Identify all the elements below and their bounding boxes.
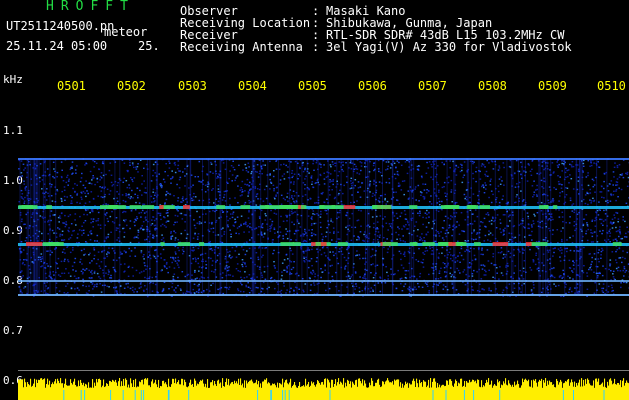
datetime-label: 25.11.24 05:00 (6, 39, 108, 53)
x-tick-0502: 0502 (117, 80, 146, 92)
hrofft-screen: HROFFT UT2511240500.pn meteor 25.11.24 0… (0, 0, 629, 400)
x-tick-0505: 0505 (298, 80, 327, 92)
x-tick-0509: 0509 (538, 80, 567, 92)
x-tick-0503: 0503 (178, 80, 207, 92)
hrofft-logo: HROFFT (46, 0, 135, 14)
y-unit-label: kHz (3, 73, 23, 86)
value-label: 25. (138, 39, 160, 53)
x-tick-0504: 0504 (238, 80, 267, 92)
x-tick-0506: 0506 (358, 80, 387, 92)
spectrogram (18, 158, 629, 400)
x-tick-0508: 0508 (478, 80, 507, 92)
x-tick-0507: 0507 (418, 80, 447, 92)
antenna-colon: : (312, 40, 320, 54)
antenna-label: Receiving Antenna (180, 40, 303, 54)
x-tick-0510: 0510 (597, 79, 626, 93)
file-name: UT2511240500.pn (6, 19, 115, 33)
antenna-value: 3el Yagi(V) Az 330 for Vladivostok (326, 40, 572, 54)
mode-label: meteor (104, 25, 148, 39)
x-tick-0501: 0501 (57, 80, 86, 92)
